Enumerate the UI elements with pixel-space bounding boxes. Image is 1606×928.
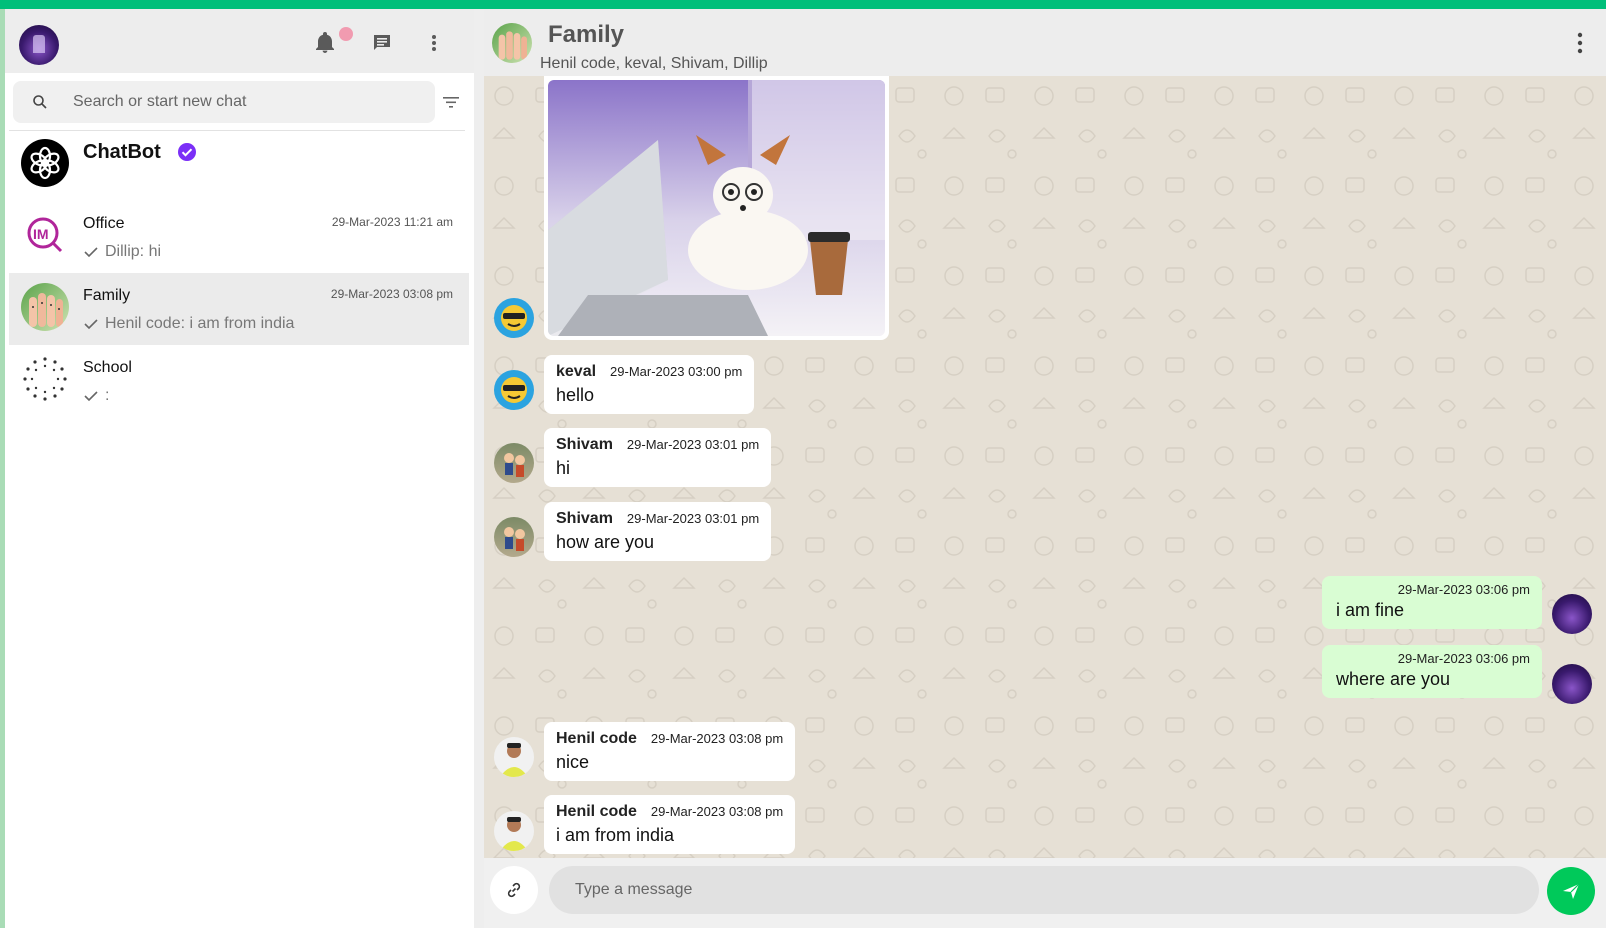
filter-icon[interactable] xyxy=(442,93,460,111)
family-avatar xyxy=(21,283,69,331)
message-text: nice xyxy=(556,752,590,772)
message-bubble[interactable]: Shivam 29-Mar-2023 03:01 pm hi xyxy=(544,428,772,487)
chat-last-text: Dillip: hi xyxy=(105,243,162,260)
sidebar: ChatBot IM Office 29-Mar-2023 11:21 am D… xyxy=(5,9,474,928)
notification-dot xyxy=(339,27,353,41)
message-bubble[interactable]: Henil code 29-Mar-2023 03:08 pm nice xyxy=(544,722,796,781)
menu-dots-icon[interactable] xyxy=(1570,31,1590,55)
user-avatar[interactable] xyxy=(19,25,59,65)
message-time: 29-Mar-2023 03:01 pm xyxy=(626,511,760,526)
my-avatar xyxy=(1552,594,1592,634)
message-time: 29-Mar-2023 03:08 pm xyxy=(650,804,784,819)
top-accent-bar xyxy=(0,0,1606,9)
image-message[interactable] xyxy=(544,76,889,340)
school-avatar xyxy=(21,355,69,403)
check-icon xyxy=(84,247,98,258)
message-text: hi xyxy=(556,458,571,478)
search-input[interactable] xyxy=(73,87,413,117)
chat-item-family[interactable]: Family 29-Mar-2023 03:08 pm Henil code: … xyxy=(9,273,469,345)
message-sender: Henil code xyxy=(556,730,637,747)
sidebar-header xyxy=(5,9,474,73)
chat-last-message: Henil code: i am from india xyxy=(83,315,294,333)
keval-avatar xyxy=(494,370,534,410)
keval-avatar xyxy=(494,298,534,338)
dog-photo[interactable] xyxy=(548,80,885,336)
message-bubble[interactable]: keval 29-Mar-2023 03:00 pm hello xyxy=(544,355,755,414)
verified-badge-icon xyxy=(178,143,196,161)
outgoing-message-bubble[interactable]: 29-Mar-2023 03:06 pm i am fine xyxy=(1322,576,1542,629)
message-time: 29-Mar-2023 03:08 pm xyxy=(650,731,784,746)
send-icon xyxy=(1563,883,1580,899)
group-title: Family xyxy=(548,21,625,48)
henil-avatar xyxy=(494,737,534,777)
search-icon xyxy=(33,95,47,109)
chat-name: School xyxy=(83,359,132,376)
chat-name: ChatBot xyxy=(83,141,161,163)
message-time: 29-Mar-2023 03:06 pm xyxy=(1397,582,1530,597)
check-icon xyxy=(84,391,98,402)
message-text: i am fine xyxy=(1336,600,1405,620)
chat-last-message: Dillip: hi xyxy=(83,243,161,261)
message-input[interactable] xyxy=(549,866,1539,914)
check-icon xyxy=(84,319,98,330)
chat-last-text: : xyxy=(105,387,110,404)
send-button[interactable] xyxy=(1547,867,1595,915)
chat-item-school[interactable]: School : xyxy=(9,345,469,417)
chat-icon[interactable] xyxy=(370,31,394,55)
message-time: 29-Mar-2023 03:06 pm xyxy=(1397,651,1530,666)
message-sender: Shivam xyxy=(556,436,613,453)
message-list[interactable]: keval 29-Mar-2023 03:00 pm hello Shivam 29… xyxy=(484,76,1606,858)
attach-button[interactable] xyxy=(490,866,538,914)
conversation-header[interactable]: Family Henil code, keval, Shivam, Dillip xyxy=(484,9,1606,76)
chat-name: Family xyxy=(83,287,131,304)
app-window: ChatBot IM Office 29-Mar-2023 11:21 am D… xyxy=(0,9,1606,928)
message-text: hello xyxy=(556,385,595,405)
message-bubble[interactable]: Shivam 29-Mar-2023 03:01 pm how are you xyxy=(544,502,772,561)
office-avatar: IM xyxy=(21,211,69,259)
group-avatar[interactable] xyxy=(492,23,532,63)
chat-item-chatbot[interactable]: ChatBot xyxy=(9,129,469,201)
svg-text:IM: IM xyxy=(33,226,49,242)
shivam-avatar xyxy=(494,443,534,483)
conversation-panel: Family Henil code, keval, Shivam, Dillip xyxy=(484,9,1606,928)
chatbot-avatar xyxy=(21,139,69,187)
chat-item-office[interactable]: IM Office 29-Mar-2023 11:21 am Dillip: h… xyxy=(9,201,469,273)
message-sender: Henil code xyxy=(556,803,637,820)
chat-time: 29-Mar-2023 11:21 am xyxy=(331,215,453,229)
message-text: where are you xyxy=(1336,669,1451,689)
menu-dots-icon[interactable] xyxy=(422,31,446,55)
message-text: how are you xyxy=(556,532,655,552)
message-composer xyxy=(484,858,1606,928)
chat-last-message: : xyxy=(83,387,109,405)
message-sender: Shivam xyxy=(556,510,613,527)
message-time: 29-Mar-2023 03:01 pm xyxy=(626,437,760,452)
henil-avatar xyxy=(494,811,534,851)
attach-link-icon xyxy=(507,882,521,898)
chat-time: 29-Mar-2023 03:08 pm xyxy=(330,287,453,301)
outgoing-message-bubble[interactable]: 29-Mar-2023 03:06 pm where are you xyxy=(1322,645,1542,698)
bell-icon[interactable] xyxy=(313,31,337,55)
group-members: Henil code, keval, Shivam, Dillip xyxy=(540,55,768,72)
chat-name: Office xyxy=(83,215,125,232)
search-box xyxy=(13,81,435,123)
message-sender: keval xyxy=(556,363,597,380)
message-time: 29-Mar-2023 03:00 pm xyxy=(610,364,743,379)
chat-last-text: Henil code: i am from india xyxy=(105,315,295,332)
my-avatar xyxy=(1552,664,1592,704)
message-text: i am from india xyxy=(556,825,675,845)
message-bubble[interactable]: Henil code 29-Mar-2023 03:08 pm i am from… xyxy=(544,795,796,854)
shivam-avatar xyxy=(494,517,534,557)
